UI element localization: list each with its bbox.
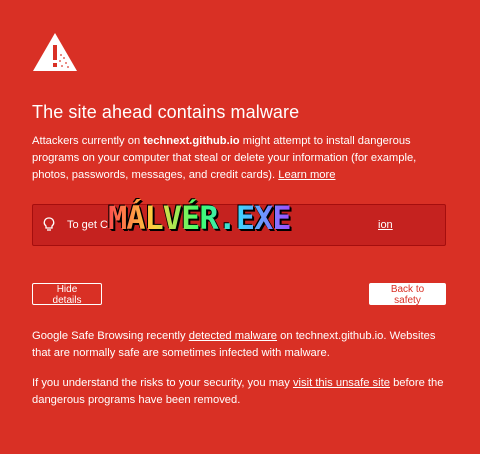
visit-unsafe-site-link[interactable]: visit this unsafe site [293,377,390,389]
back-to-safety-button[interactable]: Back to safety [369,283,446,306]
tip-link[interactable]: ion [378,219,393,231]
details-p1-prefix: Google Safe Browsing recently [32,330,189,342]
hide-details-button[interactable]: Hide details [32,283,102,306]
details-p2-prefix: If you understand the risks to your secu… [32,377,293,389]
intro-prefix: Attackers currently on [32,135,144,147]
details-paragraph-2: If you understand the risks to your secu… [32,375,452,409]
details-paragraph-1: Google Safe Browsing recently detected m… [32,328,452,362]
page-title: The site ahead contains malware [32,102,300,122]
learn-more-link[interactable]: Learn more [278,169,335,181]
lightbulb-icon [43,217,55,231]
detected-malware-link[interactable]: detected malware [189,330,277,342]
warning-triangle-icon [33,33,77,71]
site-name: technext.github.io [143,135,240,147]
intro-paragraph: Attackers currently on technext.github.i… [32,133,452,184]
malware-overlay-text: MÁLVÉR.EXE [108,199,292,237]
